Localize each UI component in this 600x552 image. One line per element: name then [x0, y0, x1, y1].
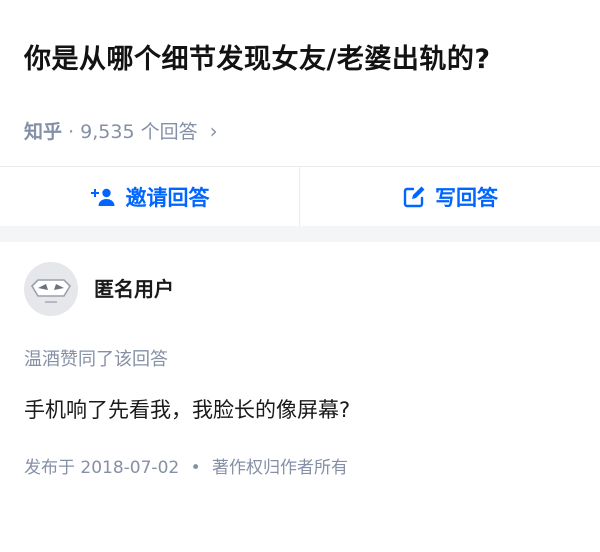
chevron-right-icon: ›: [209, 119, 218, 143]
meta-dot: •: [190, 458, 201, 478]
question-title[interactable]: 你是从哪个细节发现女友/老婆出轨的?: [24, 40, 584, 80]
upvote-note: 温酒赞同了该回答: [24, 349, 168, 370]
mask-icon: [24, 262, 78, 316]
source-label: 知乎: [24, 121, 63, 143]
section-gap: [0, 226, 600, 242]
meta-separator: ·: [68, 121, 75, 143]
author-name[interactable]: 匿名用户: [94, 274, 174, 304]
publish-date: 发布于 2018-07-02: [24, 458, 180, 478]
copyright-note: 著作权归作者所有: [212, 458, 349, 478]
question-card: 你是从哪个细节发现女友/老婆出轨的? 知乎 · 9,535 个回答 › 邀请回答…: [0, 0, 600, 228]
edit-icon: [403, 186, 425, 208]
invite-answer-button[interactable]: 邀请回答: [0, 167, 299, 227]
write-answer-button[interactable]: 写回答: [301, 167, 600, 227]
invite-answer-label: 邀请回答: [125, 186, 210, 210]
answer-content[interactable]: 手机响了先看我，我脸长的像屏幕?: [24, 394, 350, 426]
write-answer-label: 写回答: [435, 186, 498, 210]
question-meta[interactable]: 知乎 · 9,535 个回答 ›: [24, 116, 218, 146]
answer-meta: 发布于 2018-07-02 • 著作权归作者所有: [24, 454, 348, 482]
anonymous-mask-avatar[interactable]: [24, 262, 78, 316]
add-user-icon: [90, 188, 114, 206]
action-bar: 邀请回答 写回答: [0, 166, 600, 227]
action-divider: [299, 167, 300, 227]
answer-card[interactable]: 匿名用户 温酒赞同了该回答 手机响了先看我，我脸长的像屏幕? 发布于 2018-…: [0, 242, 600, 552]
answer-count: 9,535 个回答: [80, 121, 198, 143]
